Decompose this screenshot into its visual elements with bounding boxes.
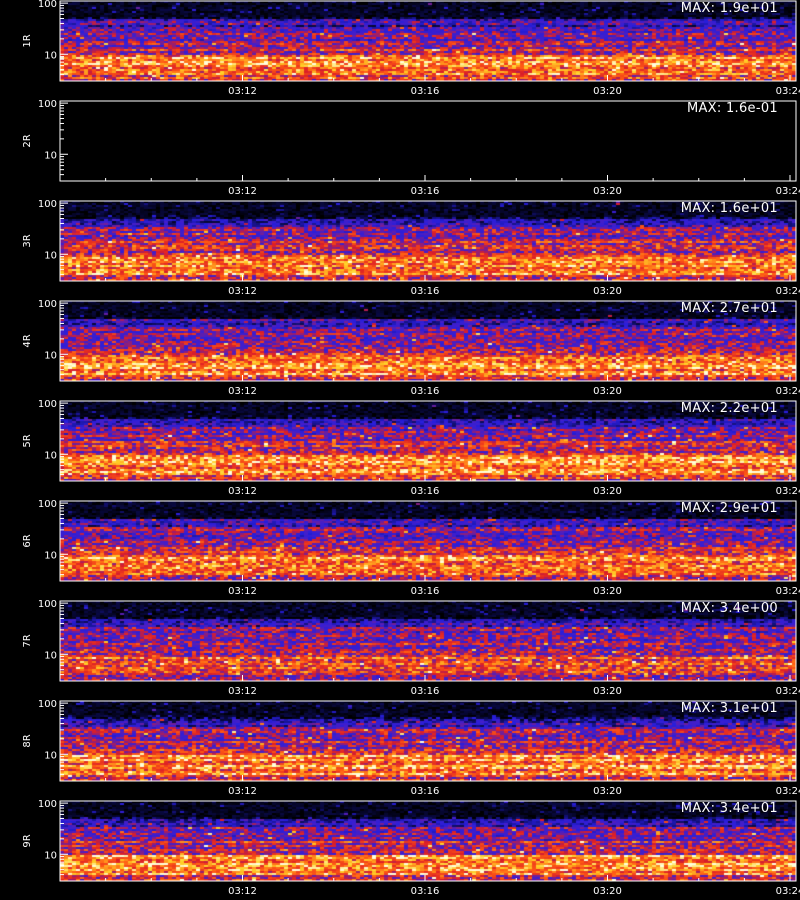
x-tick-label: 03:24 — [776, 386, 800, 397]
max-label: MAX: 2.2e+01 — [680, 401, 778, 416]
y-axis-label: 1R — [22, 34, 33, 47]
x-tick-label: 03:12 — [228, 486, 257, 497]
x-tick-label: 03:16 — [411, 886, 440, 897]
x-tick-label: 03:24 — [776, 86, 800, 97]
x-tick-label: 03:24 — [776, 686, 800, 697]
y-tick-label: 100 — [38, 399, 57, 410]
x-tick-label: 03:20 — [593, 786, 622, 797]
y-tick-label: 100 — [38, 0, 57, 10]
panel-5R: 10 100 5R 03:12 03:16 03:20 03:24 MAX: 2.2e+01 — [0, 399, 800, 500]
panel-6R: 10 100 6R 03:12 03:16 03:20 03:24 MAX: 2.9e+01 — [0, 499, 800, 600]
y-axis-label: 7R — [22, 634, 33, 647]
y-axis-label: 4R — [22, 334, 33, 347]
y-tick-label: 10 — [44, 750, 57, 761]
x-tick-label: 03:20 — [593, 86, 622, 97]
x-tick-label: 03:12 — [228, 686, 257, 697]
panel-7R: 10 100 7R 03:12 03:16 03:20 03:24 MAX: 3.4e+00 — [0, 599, 800, 700]
x-tick-label: 03:24 — [776, 286, 800, 297]
panel-3R: 10 100 3R 03:12 03:16 03:20 03:24 MAX: 1.6e+01 — [0, 199, 800, 300]
y-tick-label: 10 — [44, 50, 57, 61]
x-tick-label: 03:16 — [411, 186, 440, 197]
x-tick-label: 03:24 — [776, 186, 800, 197]
x-tick-label: 03:16 — [411, 686, 440, 697]
max-label: MAX: 3.1e+01 — [680, 701, 778, 716]
y-tick-label: 10 — [44, 250, 57, 261]
x-tick-label: 03:16 — [411, 486, 440, 497]
x-tick-label: 03:20 — [593, 386, 622, 397]
max-label: MAX: 3.4e+01 — [680, 801, 778, 816]
panel-4R: 10 100 4R 03:12 03:16 03:20 03:24 MAX: 2.7e+01 — [0, 299, 800, 400]
max-label: MAX: 2.9e+01 — [680, 501, 778, 516]
y-tick-label: 100 — [38, 799, 57, 810]
x-tick-label: 03:24 — [776, 486, 800, 497]
max-label: MAX: 2.7e+01 — [680, 301, 778, 316]
x-tick-label: 03:12 — [228, 86, 257, 97]
y-tick-label: 100 — [38, 499, 57, 510]
panel-8R: 10 100 8R 03:12 03:16 03:20 03:24 MAX: 3.1e+01 — [0, 699, 800, 800]
x-tick-label: 03:16 — [411, 386, 440, 397]
max-label: MAX: 3.4e+00 — [680, 601, 778, 616]
panel-9R: 10 100 9R 03:12 03:16 03:20 03:24 MAX: 3.4e+01 — [0, 799, 800, 900]
y-tick-label: 10 — [44, 650, 57, 661]
x-tick-label: 03:12 — [228, 186, 257, 197]
y-tick-label: 100 — [38, 299, 57, 310]
axes-2R: 10 100 2R 03:12 03:16 03:20 03:24 — [22, 99, 800, 197]
y-tick-label: 10 — [44, 550, 57, 561]
x-tick-label: 03:20 — [593, 686, 622, 697]
x-tick-label: 03:16 — [411, 86, 440, 97]
panel-stack: 101001R03:1203:1603:2003:24MAX: 1.9e+011… — [0, 0, 800, 900]
x-tick-label: 03:16 — [411, 786, 440, 797]
x-tick-label: 03:16 — [411, 586, 440, 597]
x-tick-label: 03:20 — [593, 186, 622, 197]
x-tick-label: 03:12 — [228, 786, 257, 797]
y-tick-label: 100 — [38, 699, 57, 710]
x-tick-label: 03:20 — [593, 886, 622, 897]
y-tick-label: 10 — [44, 350, 57, 361]
x-tick-label: 03:12 — [228, 286, 257, 297]
y-tick-label: 100 — [38, 199, 57, 210]
y-axis-label: 3R — [22, 234, 33, 247]
x-tick-label: 03:24 — [776, 586, 800, 597]
x-tick-label: 03:12 — [228, 586, 257, 597]
panel-2R: 10 100 2R 03:12 03:16 03:20 03:24 MAX: 1.6e-01 — [0, 99, 800, 200]
x-tick-label: 03:20 — [593, 586, 622, 597]
x-tick-label: 03:24 — [776, 786, 800, 797]
x-tick-label: 03:20 — [593, 486, 622, 497]
max-label: MAX: 1.6e-01 — [686, 101, 778, 116]
x-tick-label: 03:24 — [776, 886, 800, 897]
y-axis-label: 8R — [22, 734, 33, 747]
y-axis-label: 9R — [22, 834, 33, 847]
y-tick-label: 10 — [44, 450, 57, 461]
y-axis-label: 5R — [22, 434, 33, 447]
y-tick-label: 100 — [38, 99, 57, 110]
x-tick-label: 03:12 — [228, 886, 257, 897]
x-tick-label: 03:20 — [593, 286, 622, 297]
plot-frame — [59, 100, 797, 182]
y-tick-label: 100 — [38, 599, 57, 610]
x-tick-label: 03:12 — [228, 386, 257, 397]
spectrogram-figure: 101001R03:1203:1603:2003:24MAX: 1.9e+011… — [0, 0, 800, 900]
y-tick-label: 10 — [44, 850, 57, 861]
y-tick-label: 10 — [44, 150, 57, 161]
x-tick-label: 03:16 — [411, 286, 440, 297]
max-label: MAX: 1.9e+01 — [680, 1, 778, 16]
y-axis-label: 2R — [22, 134, 33, 147]
y-axis-label: 6R — [22, 534, 33, 547]
max-label: MAX: 1.6e+01 — [680, 201, 778, 216]
panel-1R: 10 100 1R 03:12 03:16 03:20 03:24 MAX: 1.9e+01 — [0, 0, 800, 100]
